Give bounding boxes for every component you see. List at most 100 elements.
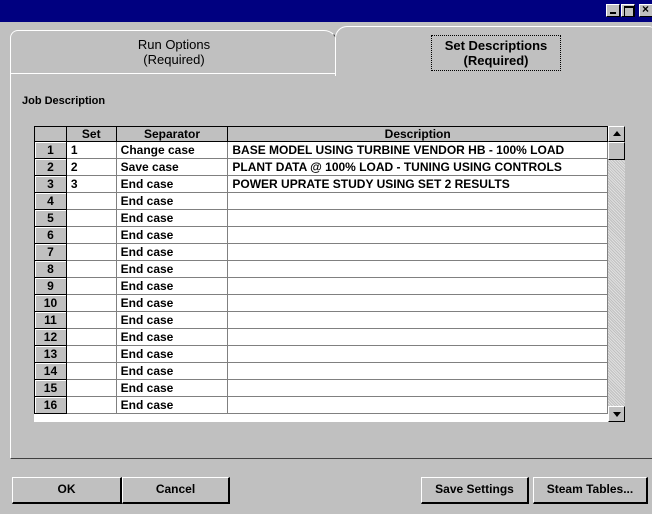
set-cell[interactable]: 3	[65, 175, 117, 193]
table-row: 6 End case	[34, 226, 608, 244]
description-cell[interactable]	[227, 379, 608, 397]
description-cell[interactable]	[227, 396, 608, 414]
description-cell[interactable]: BASE MODEL USING TURBINE VENDOR HB - 100…	[227, 141, 608, 159]
row-number-cell[interactable]: 14	[34, 362, 67, 380]
close-icon[interactable]: ×	[639, 2, 652, 17]
description-cell[interactable]	[227, 260, 608, 278]
description-cell[interactable]	[227, 328, 608, 346]
set-cell[interactable]	[65, 311, 117, 329]
description-cell[interactable]: POWER UPRATE STUDY USING SET 2 RESULTS	[227, 175, 608, 193]
scroll-down-button[interactable]	[608, 406, 625, 422]
separator-cell[interactable]: End case	[115, 260, 229, 278]
row-number-cell[interactable]: 12	[34, 328, 67, 346]
ok-button[interactable]: OK	[12, 477, 122, 504]
row-number-cell[interactable]: 16	[34, 396, 67, 414]
grid-header-row: Set Separator Description	[34, 126, 608, 142]
separator-cell[interactable]: End case	[115, 226, 229, 244]
tab-set-descriptions-line2: (Required)	[463, 53, 529, 68]
minimize-icon[interactable]	[606, 4, 620, 17]
separator-cell[interactable]: End case	[115, 192, 229, 210]
set-cell[interactable]: 2	[65, 158, 117, 176]
description-cell[interactable]	[227, 294, 608, 312]
separator-cell[interactable]: End case	[115, 345, 229, 363]
set-cell[interactable]	[65, 243, 117, 261]
steam-tables-button[interactable]: Steam Tables...	[533, 477, 648, 504]
table-row: 5 End case	[34, 209, 608, 227]
tab-set-descriptions[interactable]: Set Descriptions (Required)	[335, 26, 652, 76]
description-cell[interactable]	[227, 311, 608, 329]
description-cell[interactable]	[227, 192, 608, 210]
table-row: 15 End case	[34, 379, 608, 397]
row-number-cell[interactable]: 3	[34, 175, 67, 193]
description-cell[interactable]	[227, 277, 608, 295]
row-number-cell[interactable]: 4	[34, 192, 67, 210]
separator-cell[interactable]: End case	[115, 175, 229, 193]
row-number-cell[interactable]: 11	[34, 311, 67, 329]
separator-cell[interactable]: Save case	[115, 158, 229, 176]
table-row: 14 End case	[34, 362, 608, 380]
description-cell[interactable]	[227, 345, 608, 363]
table-row: 16 End case	[34, 396, 608, 414]
table-row: 9 End case	[34, 277, 608, 295]
separator-cell[interactable]: End case	[115, 243, 229, 261]
row-number-cell[interactable]: 10	[34, 294, 67, 312]
description-cell[interactable]	[227, 226, 608, 244]
separator-cell[interactable]: End case	[115, 396, 229, 414]
tab-set-descriptions-label: Set Descriptions (Required)	[431, 35, 561, 71]
cancel-button[interactable]: Cancel	[122, 477, 230, 504]
separator-cell[interactable]: End case	[115, 328, 229, 346]
set-cell[interactable]	[65, 396, 117, 414]
set-cell[interactable]	[65, 345, 117, 363]
set-description-grid: Set Separator Description 1 1 Change case B…	[34, 126, 608, 422]
job-description-label: Job Description	[22, 95, 106, 107]
set-cell[interactable]	[65, 362, 117, 380]
set-cell[interactable]	[65, 294, 117, 312]
set-cell[interactable]	[65, 277, 117, 295]
row-number-cell[interactable]: 7	[34, 243, 67, 261]
header-set[interactable]: Set	[65, 126, 117, 142]
set-cell[interactable]	[65, 209, 117, 227]
row-number-cell[interactable]: 9	[34, 277, 67, 295]
vertical-scrollbar[interactable]	[608, 126, 625, 422]
table-row: 8 End case	[34, 260, 608, 278]
row-number-cell[interactable]: 6	[34, 226, 67, 244]
set-cell[interactable]	[65, 379, 117, 397]
grid-table: Set Separator Description 1 1 Change case B…	[34, 126, 608, 414]
table-row: 1 1 Change case BASE MODEL USING TURBINE VE…	[34, 141, 608, 159]
set-cell[interactable]	[65, 328, 117, 346]
set-cell[interactable]	[65, 260, 117, 278]
header-separator[interactable]: Separator	[115, 126, 229, 142]
set-cell[interactable]: 1	[65, 141, 117, 159]
separator-cell[interactable]: End case	[115, 294, 229, 312]
description-cell[interactable]	[227, 362, 608, 380]
separator-cell[interactable]: End case	[115, 209, 229, 227]
row-number-cell[interactable]: 8	[34, 260, 67, 278]
row-number-cell[interactable]: 2	[34, 158, 67, 176]
row-number-cell[interactable]: 13	[34, 345, 67, 363]
description-cell[interactable]	[227, 243, 608, 261]
tab-run-options[interactable]: Run Options (Required)	[10, 30, 338, 74]
description-cell[interactable]	[227, 209, 608, 227]
maximize-icon[interactable]	[621, 4, 635, 17]
save-settings-button[interactable]: Save Settings	[421, 477, 529, 504]
scroll-up-button[interactable]	[608, 126, 625, 142]
separator-cell[interactable]: End case	[115, 277, 229, 295]
table-row: 7 End case	[34, 243, 608, 261]
header-description[interactable]: Description	[227, 126, 608, 142]
row-number-cell[interactable]: 15	[34, 379, 67, 397]
table-row: 12 End case	[34, 328, 608, 346]
scroll-thumb[interactable]	[608, 142, 625, 160]
header-rownum	[34, 126, 67, 142]
set-cell[interactable]	[65, 226, 117, 244]
row-number-cell[interactable]: 1	[34, 141, 67, 159]
set-cell[interactable]	[65, 192, 117, 210]
separator-cell[interactable]: End case	[115, 362, 229, 380]
separator-cell[interactable]: End case	[115, 311, 229, 329]
table-row: 3 3 End case POWER UPRATE STUDY USING SET 2…	[34, 175, 608, 193]
description-cell[interactable]: PLANT DATA @ 100% LOAD - TUNING USING CO…	[227, 158, 608, 176]
table-row: 11 End case	[34, 311, 608, 329]
row-number-cell[interactable]: 5	[34, 209, 67, 227]
separator-cell[interactable]: End case	[115, 379, 229, 397]
tab-run-options-line1: Run Options	[137, 37, 211, 52]
separator-cell[interactable]: Change case	[115, 141, 229, 159]
